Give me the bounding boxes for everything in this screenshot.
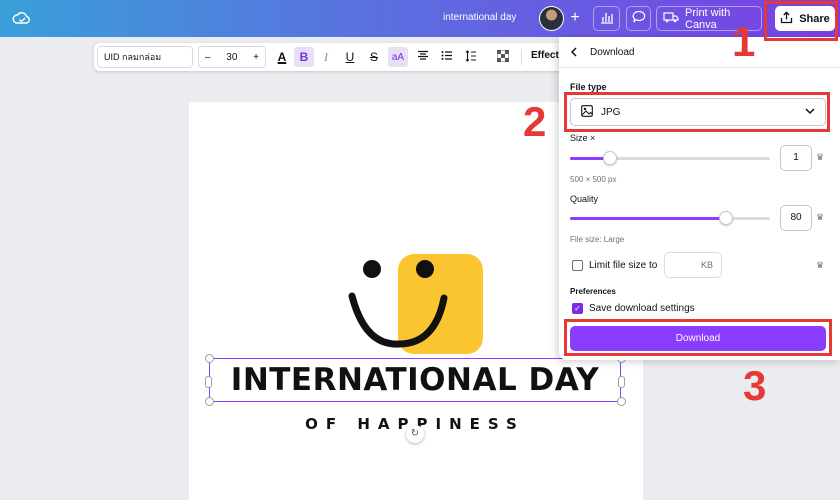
checkerboard-icon (496, 49, 510, 65)
size-value-input[interactable]: 1 (780, 145, 812, 171)
bar-chart-icon (600, 10, 614, 27)
resize-handle-bottom-right[interactable] (617, 397, 626, 406)
font-size-decrease-button[interactable]: – (205, 52, 211, 63)
crown-icon: ♛ (816, 260, 825, 270)
quality-slider[interactable] (570, 211, 770, 225)
truck-icon (663, 11, 679, 26)
quality-value-input[interactable]: 80 (780, 205, 812, 231)
limit-file-size-checkbox[interactable] (572, 260, 583, 271)
spacing-button[interactable] (461, 47, 481, 67)
font-size-stepper[interactable]: – 30 + (198, 46, 266, 68)
quality-slider-fill (570, 217, 726, 220)
analytics-button[interactable] (593, 6, 620, 31)
bold-button[interactable]: B (294, 47, 314, 67)
annotation-box-share (764, 1, 838, 41)
font-size-increase-button[interactable]: + (253, 52, 259, 63)
save-settings-checkbox[interactable]: ✓ (572, 303, 583, 314)
chevron-left-icon (570, 45, 578, 60)
panel-divider (559, 67, 840, 68)
preferences-label: Preferences (570, 287, 616, 296)
kb-input[interactable]: KB (664, 252, 722, 278)
underline-button[interactable]: U (340, 47, 360, 67)
limit-file-size-label: Limit file size to (589, 260, 658, 271)
text-color-button[interactable]: A (272, 47, 292, 67)
resize-handle-top-left[interactable] (205, 354, 214, 363)
transparency-button[interactable] (493, 47, 513, 67)
quality-slider-thumb[interactable] (719, 211, 733, 225)
panel-title: Download (590, 47, 635, 58)
size-slider[interactable] (570, 151, 770, 165)
annotation-box-file-type (564, 92, 830, 132)
kb-unit: KB (700, 260, 713, 270)
font-size-value[interactable]: 30 (226, 52, 237, 63)
back-button[interactable] (570, 45, 582, 60)
letter-case-button[interactable]: aA (388, 47, 408, 67)
rotate-icon: ↻ (410, 428, 420, 439)
resize-handle-left[interactable] (205, 376, 212, 388)
quality-label: Quality (570, 194, 599, 204)
save-settings-label: Save download settings (589, 303, 695, 314)
resize-handle-bottom-left[interactable] (205, 397, 214, 406)
comment-button[interactable] (626, 6, 651, 31)
size-dimensions: 500 × 500 px (570, 175, 617, 184)
rotate-handle[interactable]: ↻ (406, 425, 424, 443)
file-type-label: File type (570, 82, 607, 92)
crown-icon: ♛ (816, 212, 825, 222)
toolbar-divider (521, 49, 522, 65)
size-slider-thumb[interactable] (603, 151, 617, 165)
size-label: Size × (570, 133, 596, 143)
top-bar: international day + Print with Canva Sha… (0, 0, 840, 37)
avatar[interactable] (539, 6, 564, 31)
smiley-graphic[interactable] (347, 254, 487, 356)
file-size-hint: File size: Large (570, 235, 625, 244)
document-title[interactable]: international day (443, 12, 516, 23)
annotation-box-download (564, 319, 832, 356)
speech-bubble-icon (632, 10, 646, 27)
align-center-button[interactable] (413, 47, 433, 67)
annotation-step-3: 3 (743, 362, 767, 409)
cloud-check-icon[interactable] (12, 9, 32, 29)
line-spacing-icon (465, 49, 477, 65)
text-toolbar: UID กลมกล่อม – 30 + A B I U S aA Effects (94, 43, 564, 71)
annotation-step-1: 1 (732, 18, 756, 65)
annotation-step-2: 2 (523, 98, 547, 145)
list-button[interactable] (437, 47, 457, 67)
invite-plus-button[interactable]: + (566, 8, 584, 28)
bullet-list-icon (441, 50, 453, 64)
align-center-icon (417, 50, 429, 64)
italic-button[interactable]: I (316, 47, 336, 67)
selection-box (209, 358, 621, 402)
font-family-select[interactable]: UID กลมกล่อม (97, 46, 193, 68)
resize-handle-right[interactable] (618, 376, 625, 388)
strikethrough-button[interactable]: S (364, 47, 384, 67)
crown-icon: ♛ (816, 152, 825, 162)
